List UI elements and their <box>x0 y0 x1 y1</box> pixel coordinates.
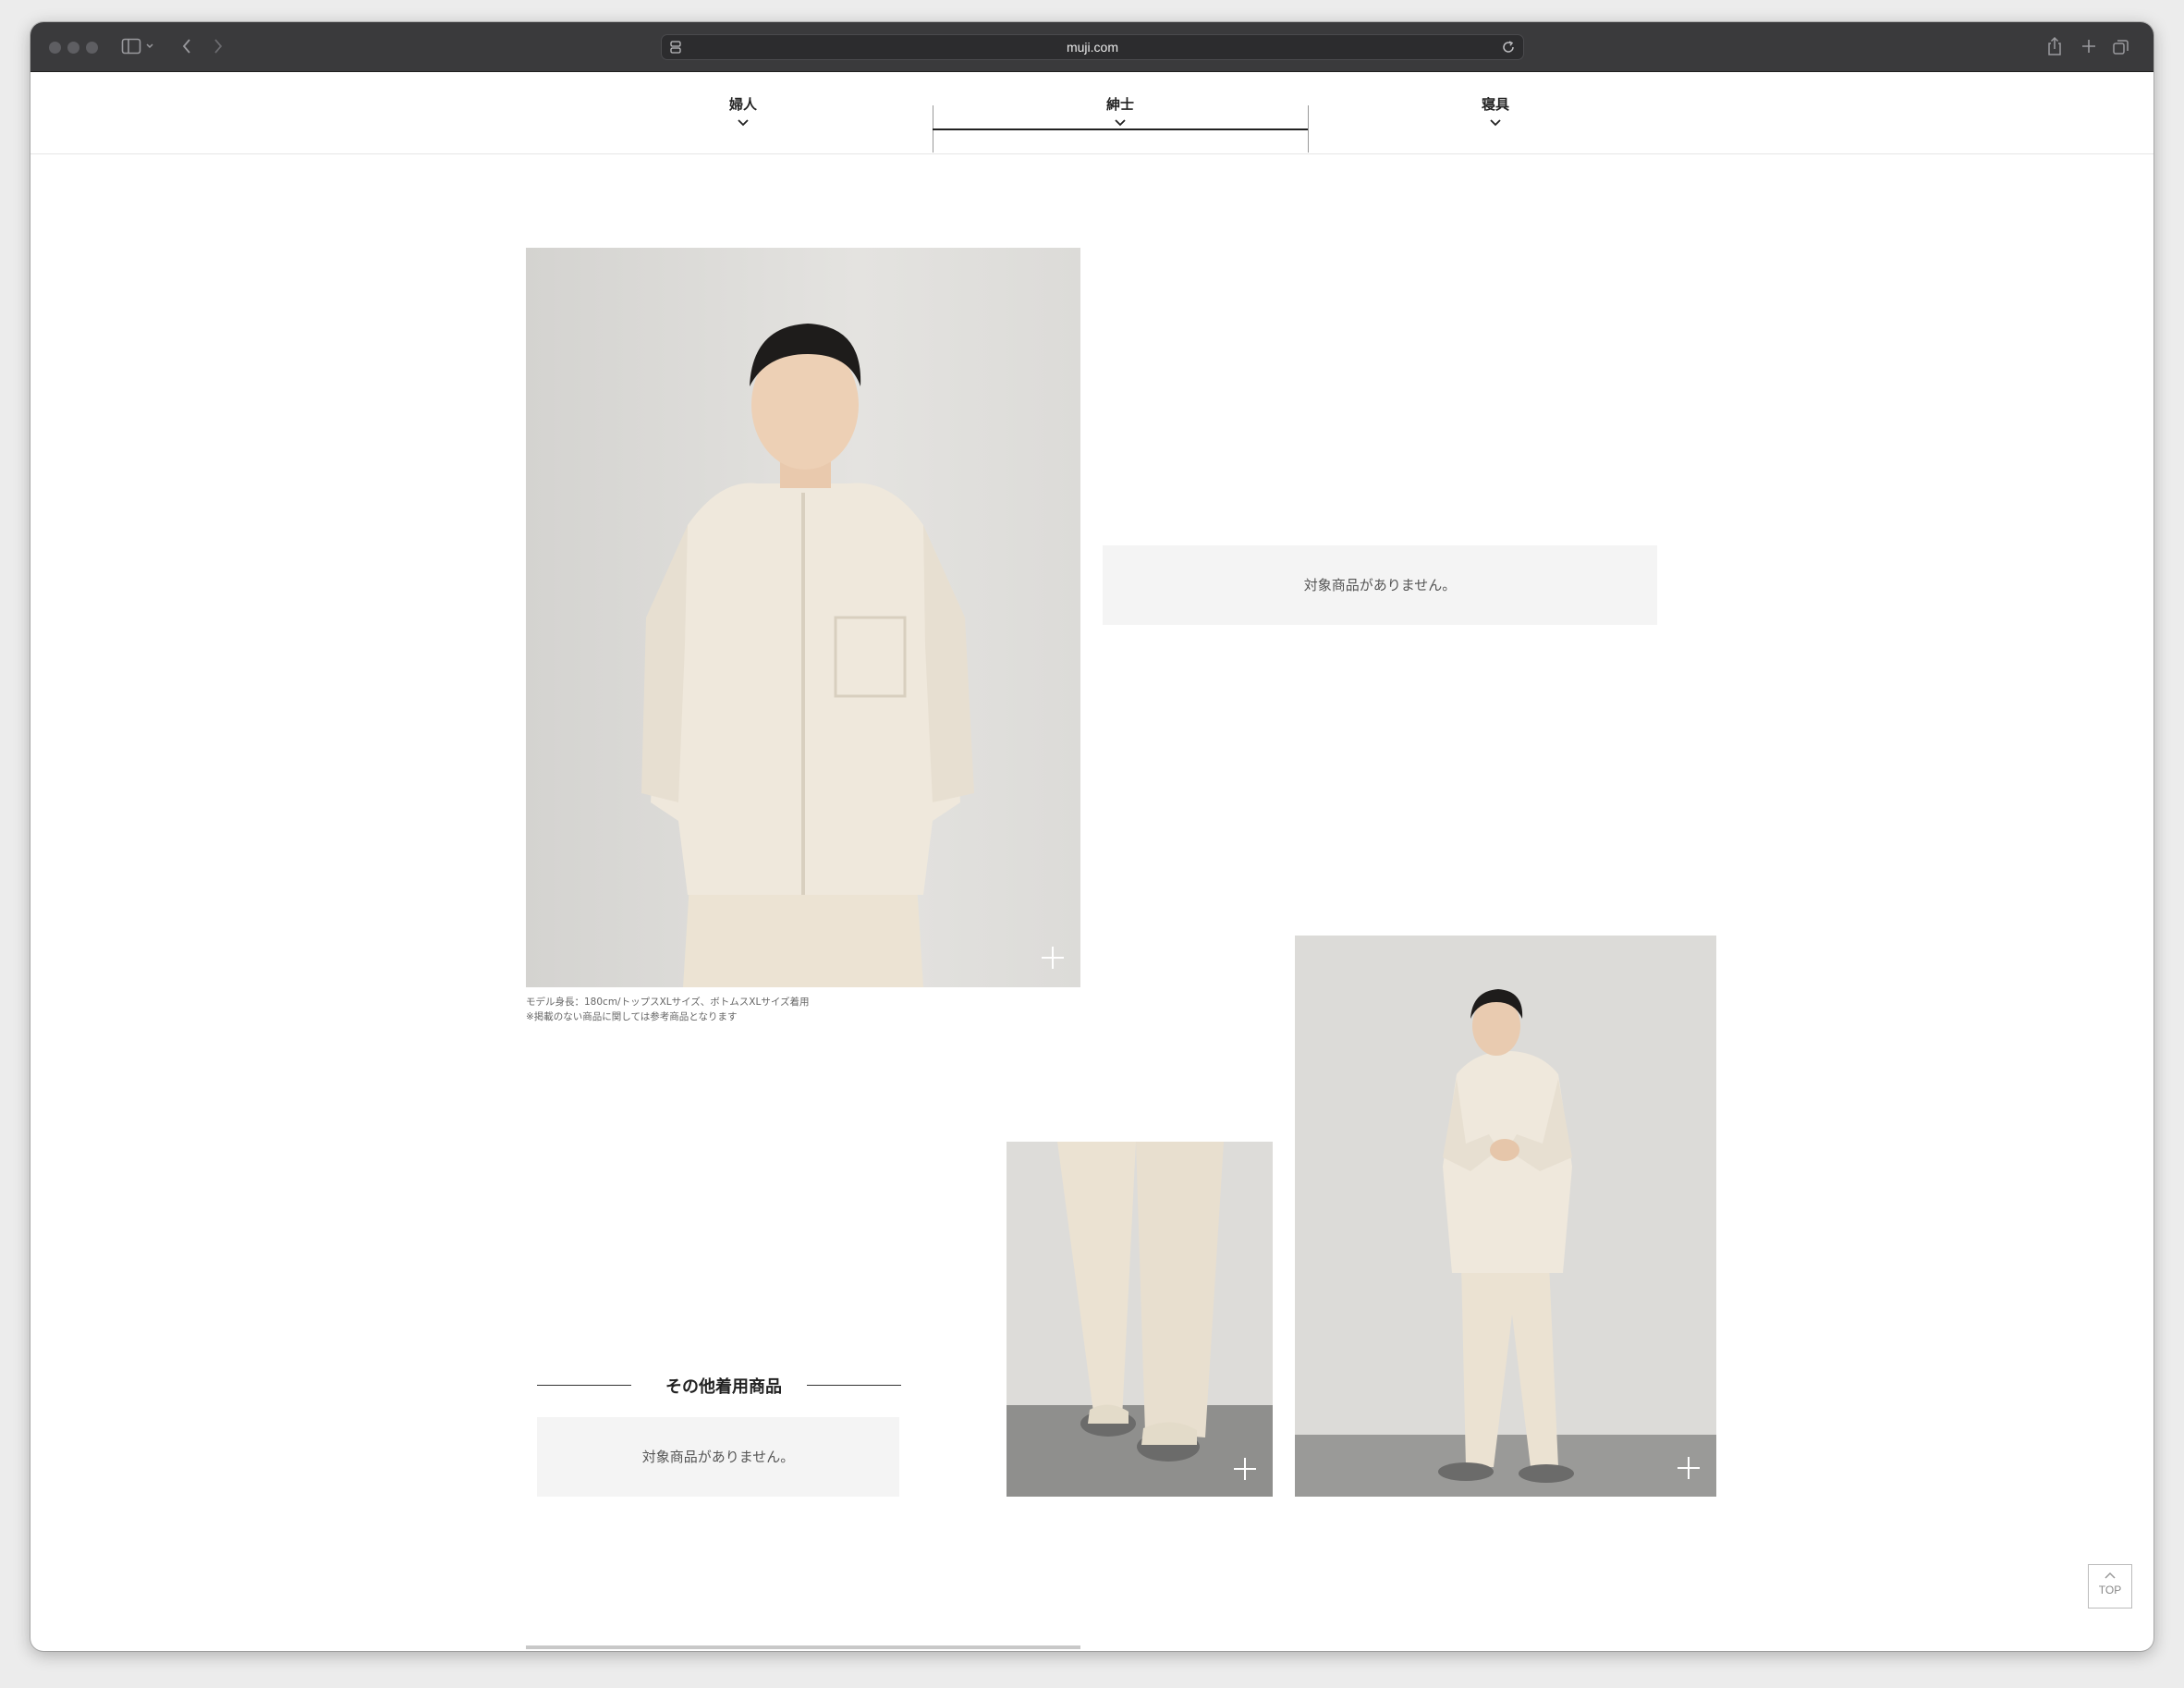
forward-arrow-icon[interactable] <box>212 37 225 55</box>
plus-icon[interactable] <box>1676 1455 1702 1481</box>
back-arrow-icon[interactable] <box>180 37 193 55</box>
plus-icon[interactable] <box>1232 1456 1258 1482</box>
model-size-caption: モデル身長：180cm/トップスXLサイズ、ボトムスXLサイズ着用 <box>526 997 810 1008</box>
plus-icon[interactable] <box>1040 945 1066 971</box>
reload-icon[interactable] <box>1501 40 1516 55</box>
browser-window: muji.com 婦人 紳士 寝具 モデル身長：180cm/トップスXLサイズ、… <box>31 22 2153 1651</box>
tab-mens-label: 紳士 <box>1105 96 1134 113</box>
other-items-empty-text: 対象商品がありません。 <box>641 1449 795 1465</box>
title-rule-right <box>807 1385 901 1386</box>
tab-womens-label: 婦人 <box>728 96 757 113</box>
tab-group-chevron-icon[interactable] <box>145 43 154 50</box>
share-icon[interactable] <box>2046 36 2063 56</box>
chevron-down-icon <box>738 119 749 127</box>
zoom-window-dot[interactable] <box>86 42 98 54</box>
tab-womens[interactable]: 婦人 <box>555 83 931 129</box>
no-items-text: 対象商品がありません。 <box>1303 577 1457 593</box>
next-section-edge <box>526 1645 1080 1649</box>
sidebar-toggle-icon[interactable] <box>121 37 141 55</box>
category-nav: 婦人 紳士 寝具 <box>31 72 2153 154</box>
close-window-dot[interactable] <box>49 42 61 54</box>
browser-toolbar: muji.com <box>31 22 2153 72</box>
title-rule-left <box>537 1385 631 1386</box>
url-text: muji.com <box>1066 40 1118 55</box>
tab-mens[interactable]: 紳士 <box>933 83 1308 130</box>
back-to-top-label: TOP <box>2098 1584 2122 1596</box>
tab-bedding[interactable]: 寝具 <box>1308 83 1683 129</box>
model-standing-image <box>526 248 1080 987</box>
no-items-box: 対象商品がありません。 <box>1103 545 1657 625</box>
trousers-closeup-image <box>1007 1142 1273 1497</box>
full-look-photo[interactable] <box>1295 936 1716 1497</box>
trousers-detail-photo[interactable] <box>1007 1142 1273 1497</box>
other-items-title: その他着用商品 <box>665 1377 782 1397</box>
address-bar[interactable]: muji.com <box>661 34 1524 60</box>
minimize-window-dot[interactable] <box>67 42 79 54</box>
main-look-photo[interactable] <box>526 248 1080 987</box>
chevron-down-icon <box>1490 119 1501 127</box>
model-full-body-image <box>1295 936 1716 1497</box>
chevron-up-icon <box>2105 1572 2116 1579</box>
new-tab-icon[interactable] <box>2080 38 2097 55</box>
back-to-top-button[interactable]: TOP <box>2088 1564 2132 1608</box>
tab-overview-icon[interactable] <box>2112 38 2130 56</box>
other-items-empty-box: 対象商品がありません。 <box>537 1417 899 1497</box>
reference-note-caption: ※掲載のない商品に関しては参考商品となります <box>526 1011 738 1022</box>
tab-bedding-label: 寝具 <box>1481 96 1509 113</box>
chevron-down-icon <box>1115 119 1126 127</box>
